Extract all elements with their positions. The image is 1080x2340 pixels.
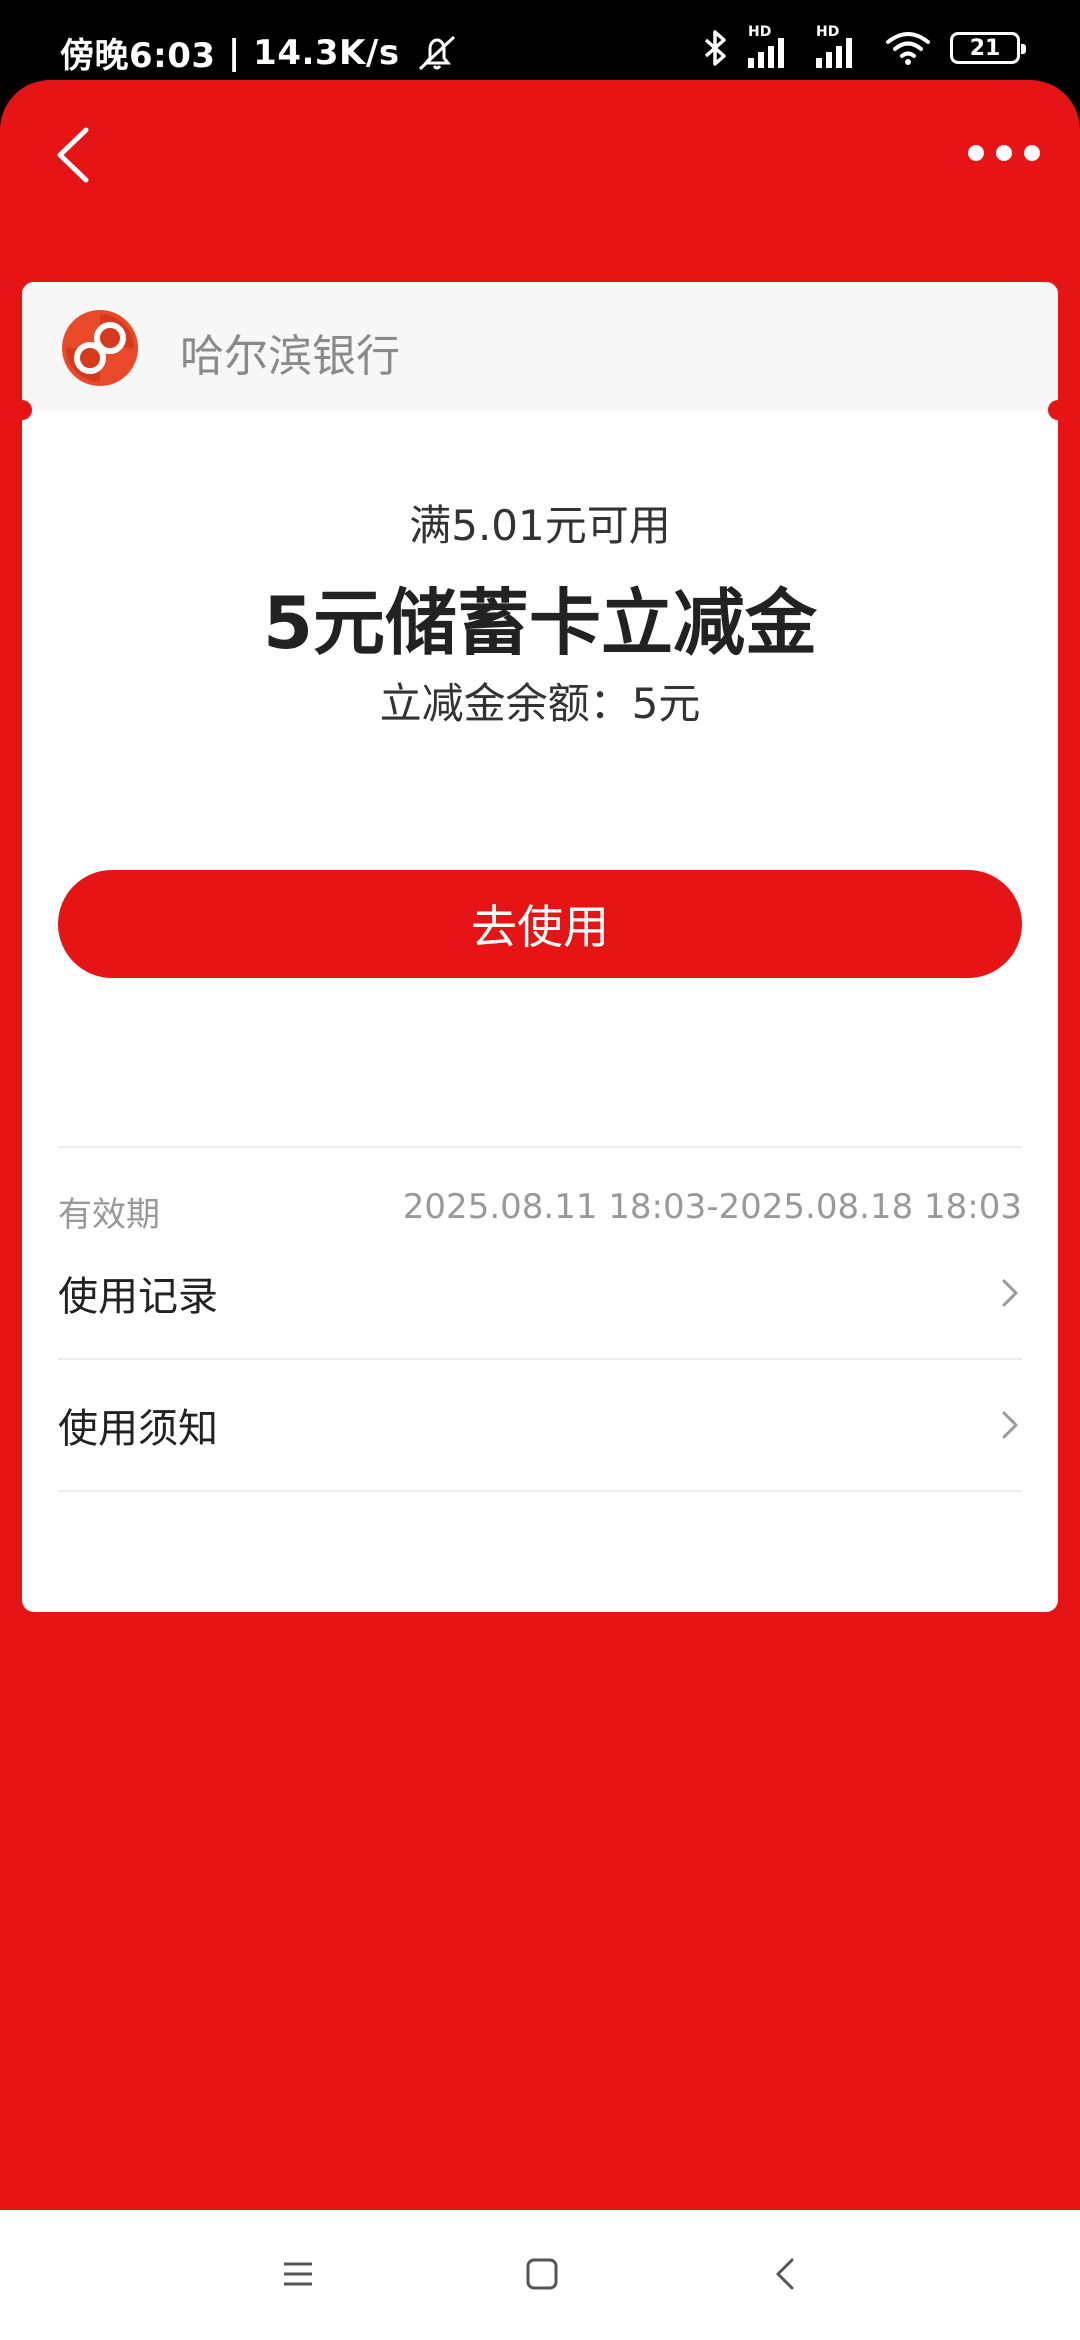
app-container: 哈尔滨银行 满5.01元可用 5元储蓄卡立减金 立减金余额：5元 去使用 有效期… — [0, 80, 1080, 2210]
more-horizontal-icon[interactable] — [968, 138, 1040, 168]
status-time: 傍晚6:03 — [60, 36, 216, 76]
menu-icon[interactable] — [278, 2254, 318, 2294]
chevron-right-icon — [1002, 1279, 1018, 1307]
chevron-right-icon — [1002, 1411, 1018, 1439]
signal-sim1-icon: HD — [748, 24, 798, 68]
use-coupon-button[interactable]: 去使用 — [58, 870, 1022, 978]
usage-records-row[interactable]: 使用记录 — [58, 1228, 1022, 1360]
usage-notice-row[interactable]: 使用须知 — [58, 1360, 1022, 1492]
back-icon[interactable] — [766, 2254, 806, 2294]
home-square-icon[interactable] — [522, 2254, 562, 2294]
validity-value: 2025.08.11 18:03-2025.08.18 18:03 — [402, 1187, 1022, 1227]
signal-sim2-icon: HD — [816, 24, 866, 68]
row-label: 使用须知 — [58, 1406, 218, 1452]
divider — [58, 1146, 1022, 1148]
bank-name: 哈尔滨银行 — [180, 331, 400, 382]
status-bar: 傍晚6:03 | 14.3K/s HD HD 21 — [0, 0, 1080, 80]
system-navigation-bar — [0, 2210, 1080, 2340]
row-label: 使用记录 — [58, 1274, 218, 1320]
card-notch-right — [1048, 400, 1058, 420]
status-left: 傍晚6:03 | 14.3K/s — [60, 28, 462, 77]
status-right: HD HD 21 — [700, 24, 1026, 68]
notification-muted-icon — [418, 35, 455, 70]
battery-indicator: 21 — [950, 32, 1026, 64]
wifi-icon — [886, 32, 930, 65]
usage-condition: 满5.01元可用 — [409, 501, 671, 550]
card-header: 哈尔滨银行 — [22, 282, 1058, 410]
chevron-left-icon[interactable] — [48, 120, 108, 190]
coupon-card: 哈尔滨银行 满5.01元可用 5元储蓄卡立减金 立减金余额：5元 去使用 有效期… — [22, 282, 1058, 1612]
bank-logo-icon — [62, 310, 138, 386]
bluetooth-icon — [704, 30, 726, 66]
coupon-title: 5元储蓄卡立减金 — [262, 581, 818, 665]
coupon-balance: 立减金余额：5元 — [379, 679, 701, 728]
network-speed: 14.3K/s — [253, 32, 400, 73]
